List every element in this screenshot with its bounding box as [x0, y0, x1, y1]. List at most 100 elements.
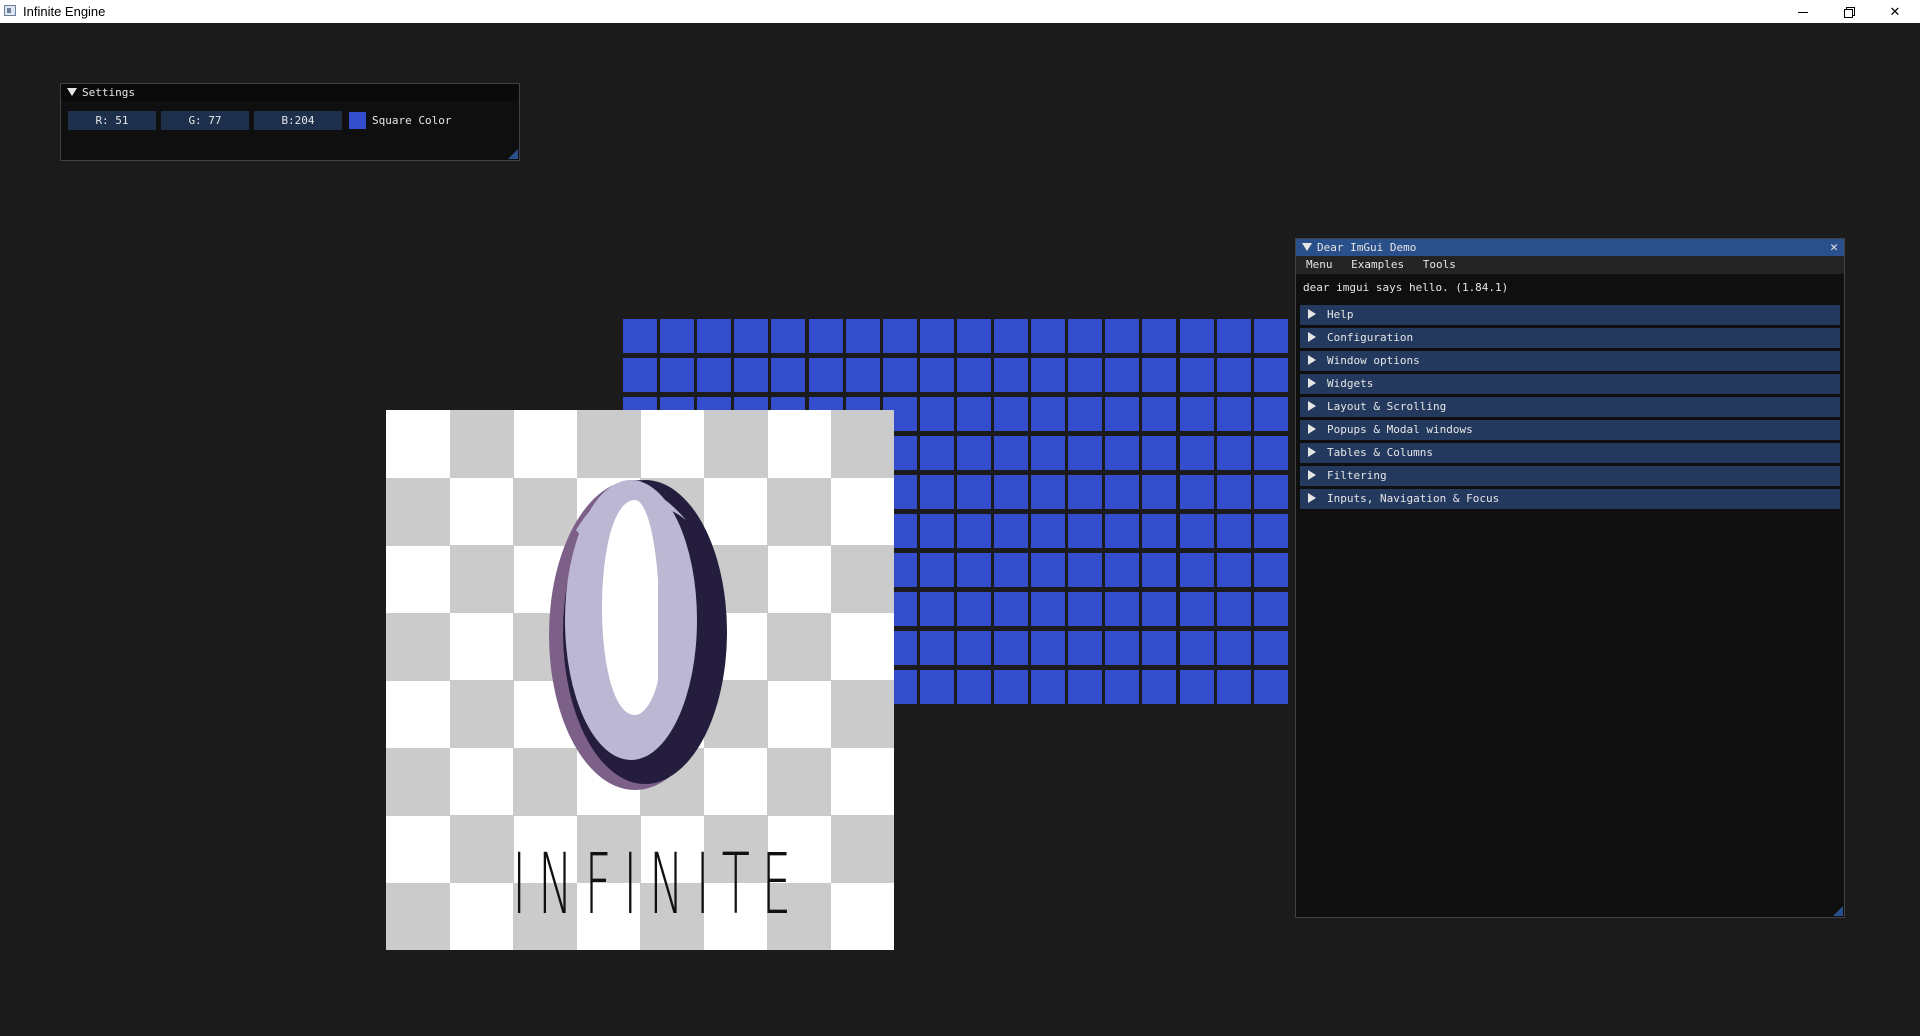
grid-square [1216, 358, 1251, 392]
grid-square [1216, 397, 1251, 431]
grid-square [1068, 319, 1103, 353]
header-help[interactable]: Help [1300, 305, 1840, 325]
grid-square [919, 592, 954, 626]
green-slider[interactable]: G: 77 [161, 111, 249, 130]
header-tables-columns[interactable]: Tables & Columns [1300, 443, 1840, 463]
grid-square [1216, 514, 1251, 548]
imgui-demo-window[interactable]: Dear ImGui Demo ✕ Menu Examples Tools de… [1295, 238, 1845, 918]
grid-square [919, 475, 954, 509]
grid-square [1031, 397, 1066, 431]
header-layout-scrolling[interactable]: Layout & Scrolling [1300, 397, 1840, 417]
expand-icon [1308, 309, 1316, 319]
grid-square [1216, 475, 1251, 509]
grid-square [1105, 553, 1140, 587]
settings-titlebar[interactable]: Settings [61, 84, 519, 101]
header-inputs-navigation[interactable]: Inputs, Navigation & Focus [1300, 489, 1840, 509]
grid-square [994, 475, 1028, 509]
grid-square [1031, 631, 1066, 665]
menu-examples[interactable]: Examples [1351, 258, 1404, 271]
grid-square [1068, 553, 1103, 587]
grid-square [771, 319, 806, 353]
grid-square [1031, 553, 1066, 587]
grid-square [1031, 319, 1066, 353]
grid-square [660, 319, 695, 353]
grid-square [956, 475, 991, 509]
grid-square [956, 553, 991, 587]
header-popups-modal[interactable]: Popups & Modal windows [1300, 420, 1840, 440]
grid-square [845, 358, 880, 392]
header-label: Filtering [1327, 469, 1387, 482]
grid-square [734, 358, 769, 392]
grid-square [771, 358, 806, 392]
restore-icon [1844, 6, 1855, 18]
grid-square [808, 319, 843, 353]
grid-square [1142, 319, 1177, 353]
header-configuration[interactable]: Configuration [1300, 328, 1840, 348]
grid-square [1068, 670, 1103, 704]
close-icon[interactable]: ✕ [1830, 239, 1838, 256]
header-label: Window options [1327, 354, 1420, 367]
grid-square [1105, 358, 1140, 392]
resize-grip[interactable] [1833, 906, 1843, 916]
grid-square [1179, 475, 1214, 509]
settings-title: Settings [82, 86, 135, 99]
grid-square [1068, 397, 1103, 431]
blue-slider[interactable]: B:204 [254, 111, 342, 130]
header-window-options[interactable]: Window options [1300, 351, 1840, 371]
grid-square [1179, 631, 1214, 665]
grid-square [1253, 397, 1288, 431]
grid-square [1068, 631, 1103, 665]
grid-square [919, 514, 954, 548]
grid-square [956, 631, 991, 665]
grid-square [1179, 436, 1214, 470]
demo-title: Dear ImGui Demo [1317, 241, 1417, 254]
grid-square [956, 592, 991, 626]
expand-icon [1308, 355, 1316, 365]
header-label: Configuration [1327, 331, 1414, 344]
resize-grip[interactable] [508, 149, 518, 159]
grid-square [1068, 514, 1103, 548]
red-slider[interactable]: R: 51 [68, 111, 156, 130]
grid-square [1179, 319, 1214, 353]
settings-window[interactable]: Settings R: 51 G: 77 B:204 Square Color [60, 83, 520, 161]
grid-square [919, 436, 954, 470]
grid-square [697, 319, 732, 353]
expand-icon [1308, 470, 1316, 480]
grid-square [882, 358, 917, 392]
grid-square [1105, 514, 1140, 548]
grid-square [1068, 358, 1103, 392]
grid-square [956, 319, 991, 353]
menu-menu[interactable]: Menu [1306, 258, 1333, 271]
color-swatch[interactable] [349, 112, 366, 129]
header-widgets[interactable]: Widgets [1300, 374, 1840, 394]
restore-button[interactable] [1826, 0, 1872, 23]
grid-square [697, 358, 732, 392]
grid-square [1105, 436, 1140, 470]
menu-tools[interactable]: Tools [1423, 258, 1456, 271]
grid-square [1253, 475, 1288, 509]
minimize-button[interactable] [1780, 0, 1826, 23]
grid-square [1179, 358, 1214, 392]
header-filtering[interactable]: Filtering [1300, 466, 1840, 486]
grid-square [734, 319, 769, 353]
grid-square [1179, 553, 1214, 587]
demo-titlebar[interactable]: Dear ImGui Demo ✕ [1296, 239, 1844, 256]
close-window-button[interactable]: ✕ [1872, 0, 1918, 23]
collapse-icon[interactable] [67, 88, 77, 96]
collapse-icon[interactable] [1302, 243, 1312, 251]
grid-square [994, 397, 1028, 431]
grid-square [1216, 592, 1251, 626]
grid-square [1142, 475, 1177, 509]
grid-square [994, 436, 1028, 470]
grid-square [1216, 436, 1251, 470]
grid-square [994, 514, 1028, 548]
header-label: Tables & Columns [1327, 446, 1433, 459]
grid-square [994, 670, 1028, 704]
grid-square [1031, 670, 1066, 704]
app-window-icon [4, 5, 16, 16]
grid-square [1142, 436, 1177, 470]
grid-square [1105, 397, 1140, 431]
expand-icon [1308, 447, 1316, 457]
grid-square [1216, 553, 1251, 587]
grid-square [1142, 358, 1177, 392]
